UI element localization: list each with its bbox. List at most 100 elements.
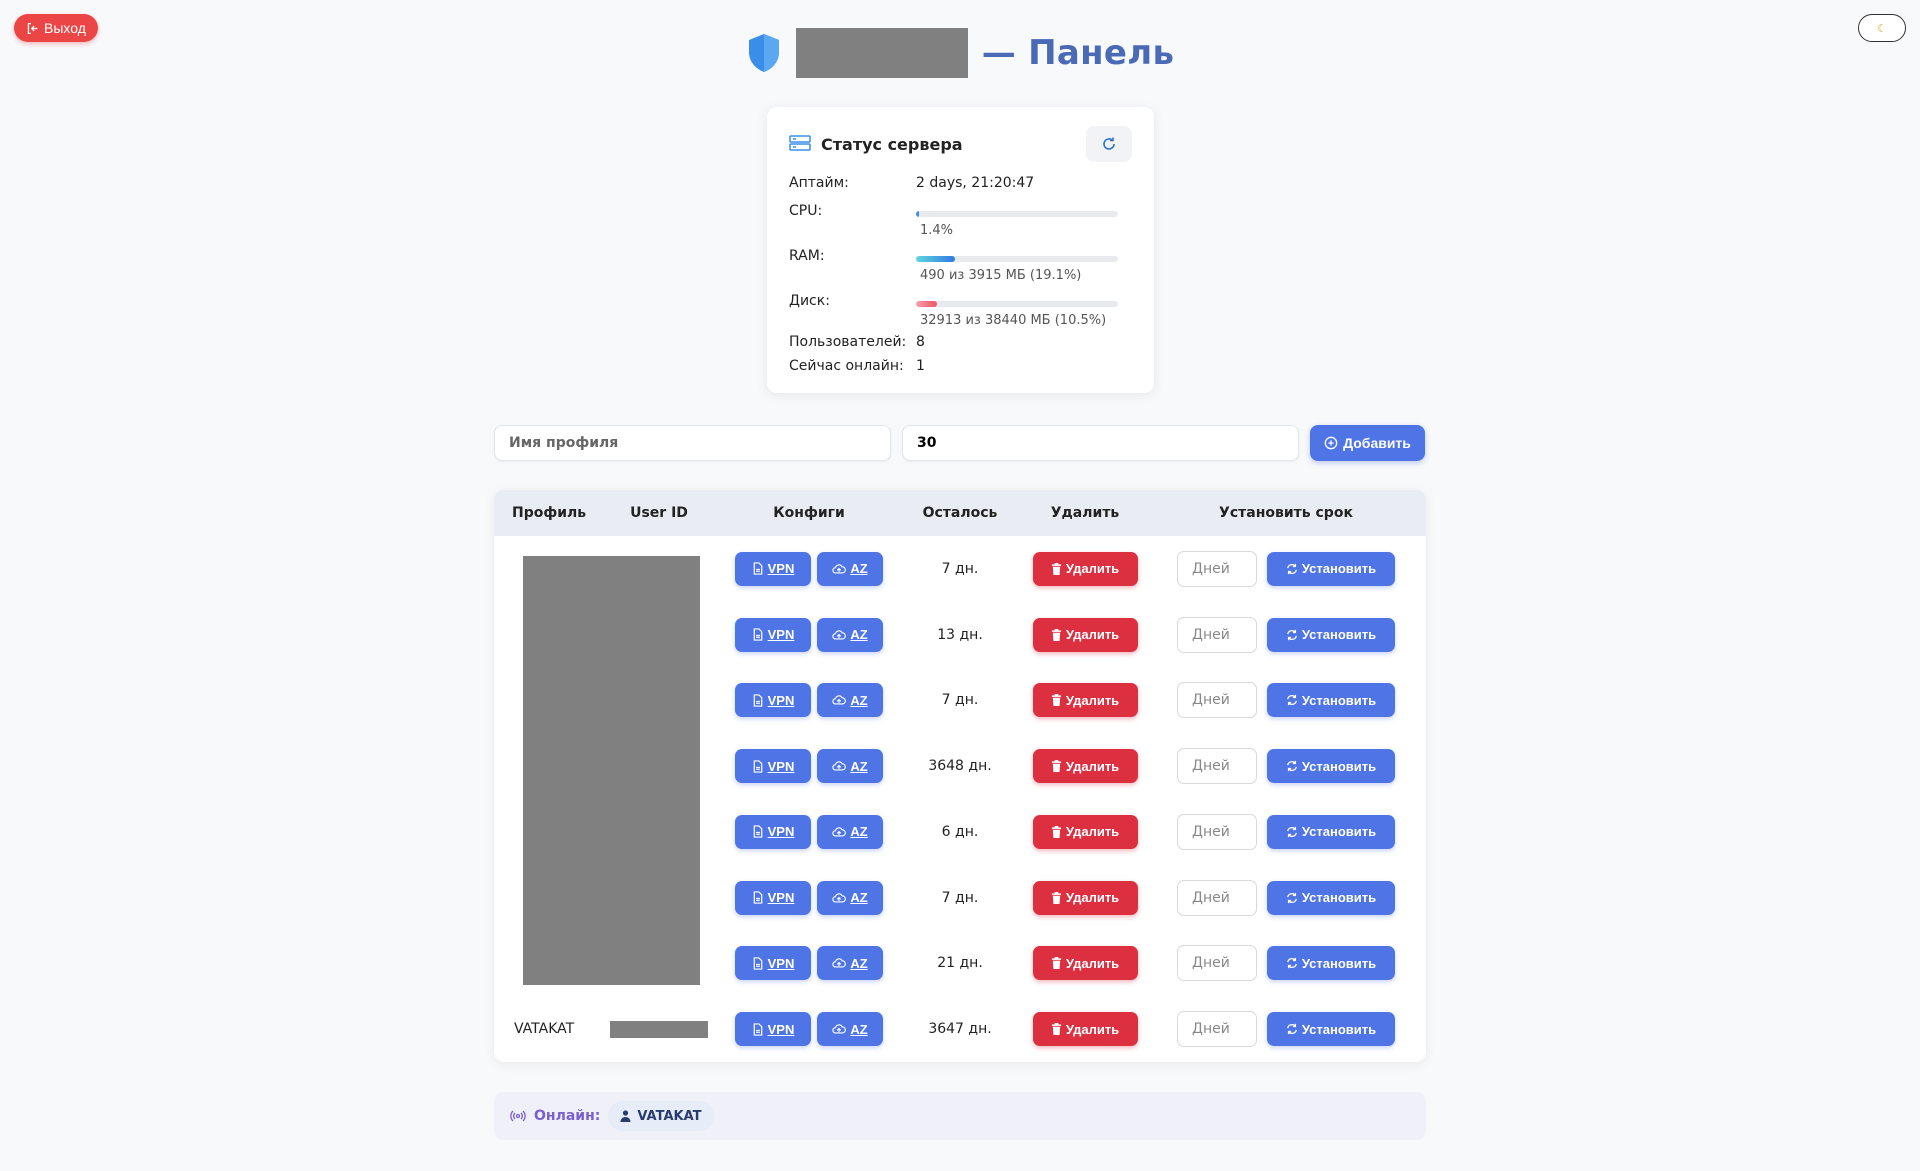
download-vpn-button[interactable]: VPN xyxy=(735,551,811,586)
remaining-days: 21 дн. xyxy=(937,955,983,972)
download-az-button[interactable]: AZ xyxy=(817,551,883,586)
trash-icon xyxy=(1051,825,1062,838)
header-user-id: User ID xyxy=(630,505,688,521)
delete-button[interactable]: Удалить xyxy=(1032,749,1138,784)
delete-label: Удалить xyxy=(1065,692,1120,708)
download-az-button[interactable]: AZ xyxy=(817,814,883,849)
days-input[interactable] xyxy=(1177,748,1257,785)
refresh-icon xyxy=(1286,957,1298,969)
set-term-button[interactable]: Установить xyxy=(1267,880,1395,915)
days-input[interactable] xyxy=(1177,1011,1257,1048)
refresh-icon xyxy=(1286,1023,1298,1035)
download-vpn-button[interactable]: VPN xyxy=(735,814,811,849)
table-row: VATAKAT VPN AZ 3647 дн. Удалить Установи… xyxy=(494,996,1426,1062)
download-vpn-button[interactable]: VPN xyxy=(735,749,811,784)
download-vpn-button[interactable]: VPN xyxy=(735,880,811,915)
download-az-button[interactable]: AZ xyxy=(817,683,883,718)
table-body: VPN AZ 7 дн. Удалить Установить xyxy=(494,536,1426,1062)
ram-value: 490 из 3915 МБ (19.1%) xyxy=(920,268,1082,283)
set-term-cell: Установить xyxy=(1146,748,1426,785)
download-az-button[interactable]: AZ xyxy=(817,749,883,784)
remaining-days: 3648 дн. xyxy=(928,758,992,775)
remaining-days: 7 дн. xyxy=(941,692,979,709)
refresh-icon xyxy=(1286,563,1298,575)
delete-button[interactable]: Удалить xyxy=(1032,617,1138,652)
refresh-icon xyxy=(1286,694,1298,706)
profile-days-input[interactable] xyxy=(902,425,1299,461)
set-term-button[interactable]: Установить xyxy=(1267,683,1395,718)
download-vpn-button[interactable]: VPN xyxy=(735,1012,811,1047)
delete-button[interactable]: Удалить xyxy=(1032,946,1138,981)
download-vpn-button[interactable]: VPN xyxy=(735,683,811,718)
header-configs: Конфиги xyxy=(773,505,845,521)
uptime-label: Аптайм: xyxy=(789,175,849,191)
cloud-upload-icon xyxy=(832,826,847,838)
file-icon xyxy=(752,891,764,904)
profile-name: VATAKAT xyxy=(514,1021,575,1038)
delete-cell: Удалить xyxy=(1024,551,1146,586)
set-label: Установить xyxy=(1301,692,1377,708)
users-table: Профиль User ID Конфиги Осталось Удалить… xyxy=(494,490,1426,1062)
refresh-icon xyxy=(1286,760,1298,772)
disk-label: Диск: xyxy=(789,293,830,309)
download-az-button[interactable]: AZ xyxy=(817,617,883,652)
configs-cell: VPN AZ xyxy=(722,683,896,718)
set-term-button[interactable]: Установить xyxy=(1267,749,1395,784)
online-label: Онлайн: xyxy=(534,1108,601,1124)
az-label: AZ xyxy=(850,758,868,774)
download-vpn-button[interactable]: VPN xyxy=(735,946,811,981)
ram-progress-bar xyxy=(916,256,1118,262)
profile-name-input[interactable] xyxy=(494,425,891,461)
set-label: Установить xyxy=(1301,890,1377,906)
online-count-value: 1 xyxy=(916,358,925,374)
download-az-button[interactable]: AZ xyxy=(817,880,883,915)
days-input[interactable] xyxy=(1177,813,1257,850)
page-header: — Панель xyxy=(0,28,1920,78)
add-profile-button[interactable]: Добавить xyxy=(1310,425,1425,461)
set-term-cell: Установить xyxy=(1146,879,1426,916)
days-input[interactable] xyxy=(1177,945,1257,982)
download-az-button[interactable]: AZ xyxy=(817,946,883,981)
remaining-days: 13 дн. xyxy=(937,626,983,643)
set-term-button[interactable]: Установить xyxy=(1267,814,1395,849)
delete-button[interactable]: Удалить xyxy=(1032,814,1138,849)
delete-button[interactable]: Удалить xyxy=(1032,551,1138,586)
download-vpn-button[interactable]: VPN xyxy=(735,617,811,652)
delete-button[interactable]: Удалить xyxy=(1032,683,1138,718)
configs-cell: VPN AZ xyxy=(722,617,896,652)
download-az-button[interactable]: AZ xyxy=(817,1012,883,1047)
header-remaining: Осталось xyxy=(922,505,998,521)
set-term-button[interactable]: Установить xyxy=(1267,946,1395,981)
add-profile-label: Добавить xyxy=(1343,435,1411,451)
delete-button[interactable]: Удалить xyxy=(1032,880,1138,915)
delete-button[interactable]: Удалить xyxy=(1032,1012,1138,1047)
days-input[interactable] xyxy=(1177,879,1257,916)
remaining-days: 6 дн. xyxy=(941,823,979,840)
page-title: — Панель xyxy=(981,33,1175,73)
configs-cell: VPN AZ xyxy=(722,1012,896,1047)
ram-label: RAM: xyxy=(789,248,825,264)
title-redacted xyxy=(795,28,968,78)
set-term-button[interactable]: Установить xyxy=(1267,617,1395,652)
vpn-label: VPN xyxy=(767,824,795,840)
cloud-upload-icon xyxy=(832,957,847,969)
header-profile: Профиль xyxy=(512,505,587,521)
set-term-button[interactable]: Установить xyxy=(1267,1012,1395,1047)
delete-cell: Удалить xyxy=(1024,617,1146,652)
days-input[interactable] xyxy=(1177,616,1257,653)
vpn-label: VPN xyxy=(767,890,795,906)
set-term-button[interactable]: Установить xyxy=(1267,551,1395,586)
broadcast-icon xyxy=(510,1109,526,1123)
set-label: Установить xyxy=(1301,955,1377,971)
az-label: AZ xyxy=(850,824,868,840)
days-input[interactable] xyxy=(1177,550,1257,587)
days-input[interactable] xyxy=(1177,682,1257,719)
delete-label: Удалить xyxy=(1065,758,1120,774)
refresh-button[interactable] xyxy=(1086,126,1132,162)
vpn-label: VPN xyxy=(767,627,795,643)
remaining-days: 3647 дн. xyxy=(928,1021,992,1038)
trash-icon xyxy=(1051,694,1062,707)
disk-value: 32913 из 38440 МБ (10.5%) xyxy=(920,313,1107,328)
header-delete: Удалить xyxy=(1050,505,1120,521)
trash-icon xyxy=(1051,562,1062,575)
